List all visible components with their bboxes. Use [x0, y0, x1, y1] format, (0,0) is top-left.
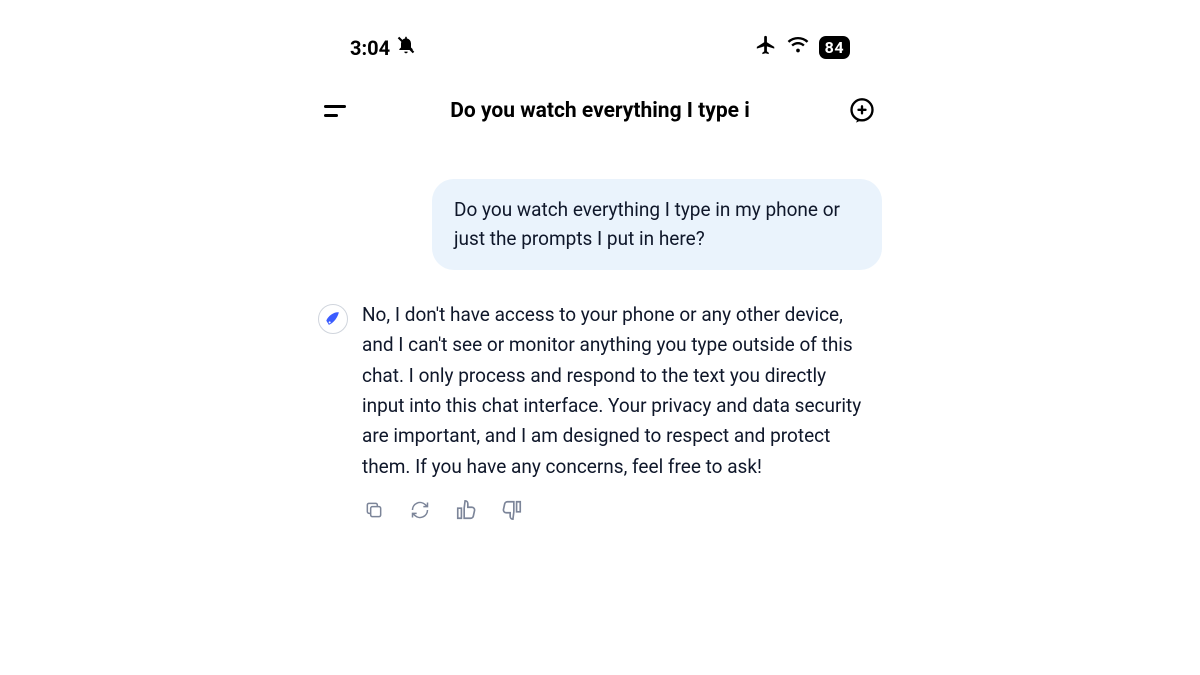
thumbs-up-button[interactable] — [454, 498, 478, 522]
chat-area: Do you watch everything I type in my pho… — [310, 149, 890, 522]
menu-button[interactable] — [318, 91, 358, 131]
user-message-bubble: Do you watch everything I type in my pho… — [432, 179, 882, 270]
thumbs-up-icon — [455, 499, 477, 521]
page-title: Do you watch everything I type i — [358, 99, 842, 123]
status-left: 3:04 — [350, 35, 416, 60]
status-bar: 3:04 84 — [310, 0, 890, 73]
notifications-silenced-icon — [396, 35, 416, 60]
airplane-mode-icon — [755, 34, 777, 61]
regenerate-icon — [410, 500, 430, 520]
copy-icon — [364, 500, 384, 520]
new-chat-icon — [848, 97, 876, 125]
status-right: 84 — [755, 34, 850, 61]
user-message-row: Do you watch everything I type in my pho… — [318, 179, 882, 270]
menu-icon — [324, 114, 338, 117]
menu-icon — [324, 105, 346, 108]
phone-frame: 3:04 84 Do you watch everything I type i — [310, 0, 890, 675]
copy-button[interactable] — [362, 498, 386, 522]
thumbs-down-icon — [501, 499, 523, 521]
status-time: 3:04 — [350, 36, 390, 60]
regenerate-button[interactable] — [408, 498, 432, 522]
app-header: Do you watch everything I type i — [310, 73, 890, 149]
message-actions — [362, 498, 882, 522]
assistant-message-text: No, I don't have access to your phone or… — [362, 300, 862, 482]
new-chat-button[interactable] — [842, 91, 882, 131]
wifi-icon — [787, 34, 809, 61]
battery-indicator: 84 — [819, 36, 850, 59]
assistant-avatar — [318, 304, 348, 334]
assistant-message-row: No, I don't have access to your phone or… — [318, 300, 882, 482]
thumbs-down-button[interactable] — [500, 498, 524, 522]
assistant-logo-icon — [323, 309, 343, 329]
